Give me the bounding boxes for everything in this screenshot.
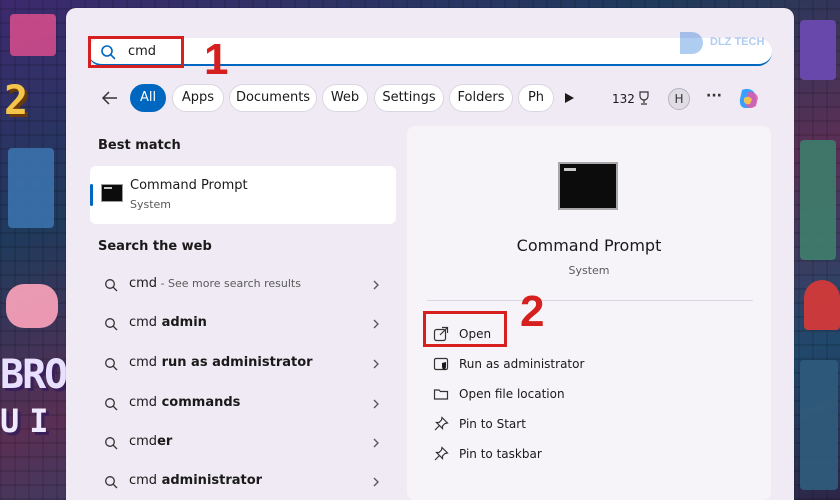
chevron-right-icon [373, 399, 379, 409]
result-title: Command Prompt [130, 178, 248, 193]
action-label: Pin to taskbar [459, 447, 542, 461]
decor-block [800, 360, 838, 490]
divider [427, 300, 753, 301]
filter-documents[interactable]: Documents [229, 84, 317, 112]
search-web-heading: Search the web [98, 239, 212, 254]
filter-all[interactable]: All [130, 84, 166, 112]
query-text: cmd [129, 315, 158, 330]
query-text: cmd [129, 395, 158, 410]
logo-icon [680, 32, 703, 54]
chevron-right-icon [373, 359, 379, 369]
rewards-count: 132 [612, 92, 635, 106]
chevron-right-icon [373, 438, 379, 448]
action-label: Run as administrator [459, 357, 585, 371]
best-match-heading: Best match [98, 138, 181, 153]
decor-mushroom [804, 280, 840, 330]
query-suggestion: commands [157, 395, 241, 410]
search-icon [105, 279, 118, 292]
chevron-right-icon [373, 319, 379, 329]
command-prompt-icon [558, 162, 618, 210]
query-suggestion: er [157, 434, 173, 449]
query-text: cmd [129, 434, 158, 449]
avatar[interactable]: H [668, 88, 690, 110]
preview-title: Command Prompt [516, 236, 662, 255]
back-arrow-icon[interactable] [100, 88, 120, 108]
action-open-file-location[interactable]: Open file location [429, 380, 729, 408]
start-search-panel: cmd 1 DLZ TECH All Apps Documents Web Se… [66, 8, 794, 500]
decor-block [6, 284, 58, 328]
trophy-icon[interactable] [636, 90, 652, 106]
watermark-logo: DLZ TECH [676, 28, 786, 58]
filter-apps[interactable]: Apps [172, 84, 224, 112]
highlight-search [88, 36, 184, 68]
action-pin-to-start[interactable]: Pin to Start [429, 410, 729, 438]
search-icon [105, 318, 118, 331]
query-hint: - See more search results [157, 277, 301, 290]
query-suggestion: admin [157, 315, 207, 330]
query-text: cmd [129, 276, 158, 291]
decor-text: UI [0, 402, 59, 440]
web-result-item[interactable]: cmd admin [90, 306, 396, 342]
filter-photos[interactable]: Ph [518, 84, 554, 112]
pin-icon [434, 416, 449, 431]
result-subtitle: System [130, 198, 172, 211]
pin-icon [434, 446, 449, 461]
play-icon[interactable] [563, 92, 575, 104]
query-text: cmd [129, 473, 158, 488]
query-suggestion: run as administrator [157, 355, 313, 370]
search-icon [105, 476, 118, 489]
step-number-1: 1 [204, 35, 229, 84]
search-icon [105, 358, 118, 371]
action-label: Open file location [459, 387, 565, 401]
decor-block [800, 140, 836, 260]
decor-number: 2 [4, 78, 29, 124]
step-number-2: 2 [520, 287, 545, 336]
web-result-item[interactable]: cmd administrator [90, 464, 396, 500]
selection-indicator [90, 184, 93, 206]
shield-icon [433, 357, 449, 371]
decor-block [8, 148, 54, 228]
web-result-item[interactable]: cmd - See more search results [90, 267, 396, 303]
decor-block [10, 14, 56, 56]
command-prompt-icon [101, 184, 123, 202]
filter-settings[interactable]: Settings [374, 84, 444, 112]
search-icon [105, 398, 118, 411]
query-text: cmd [129, 355, 158, 370]
preview-subtitle: System [568, 264, 610, 277]
filter-folders[interactable]: Folders [449, 84, 513, 112]
search-bar[interactable]: cmd [88, 38, 772, 66]
web-result-item[interactable]: cmder [90, 425, 396, 461]
folder-icon [433, 389, 449, 400]
highlight-open [423, 311, 507, 347]
query-suggestion: administrator [157, 473, 263, 488]
best-match-result[interactable]: Command Prompt System [90, 166, 396, 224]
chevron-right-icon [373, 280, 379, 290]
chevron-right-icon [373, 477, 379, 487]
more-options-button[interactable]: ··· [706, 88, 722, 104]
web-result-item[interactable]: cmd run as administrator [90, 346, 396, 382]
action-run-as-administrator[interactable]: Run as administrator [429, 350, 729, 378]
filter-web[interactable]: Web [322, 84, 368, 112]
decor-block [800, 20, 836, 80]
action-label: Pin to Start [459, 417, 526, 431]
web-result-item[interactable]: cmd commands [90, 386, 396, 422]
search-icon [105, 437, 118, 450]
action-pin-to-taskbar[interactable]: Pin to taskbar [429, 440, 729, 468]
copilot-icon[interactable] [736, 86, 762, 112]
